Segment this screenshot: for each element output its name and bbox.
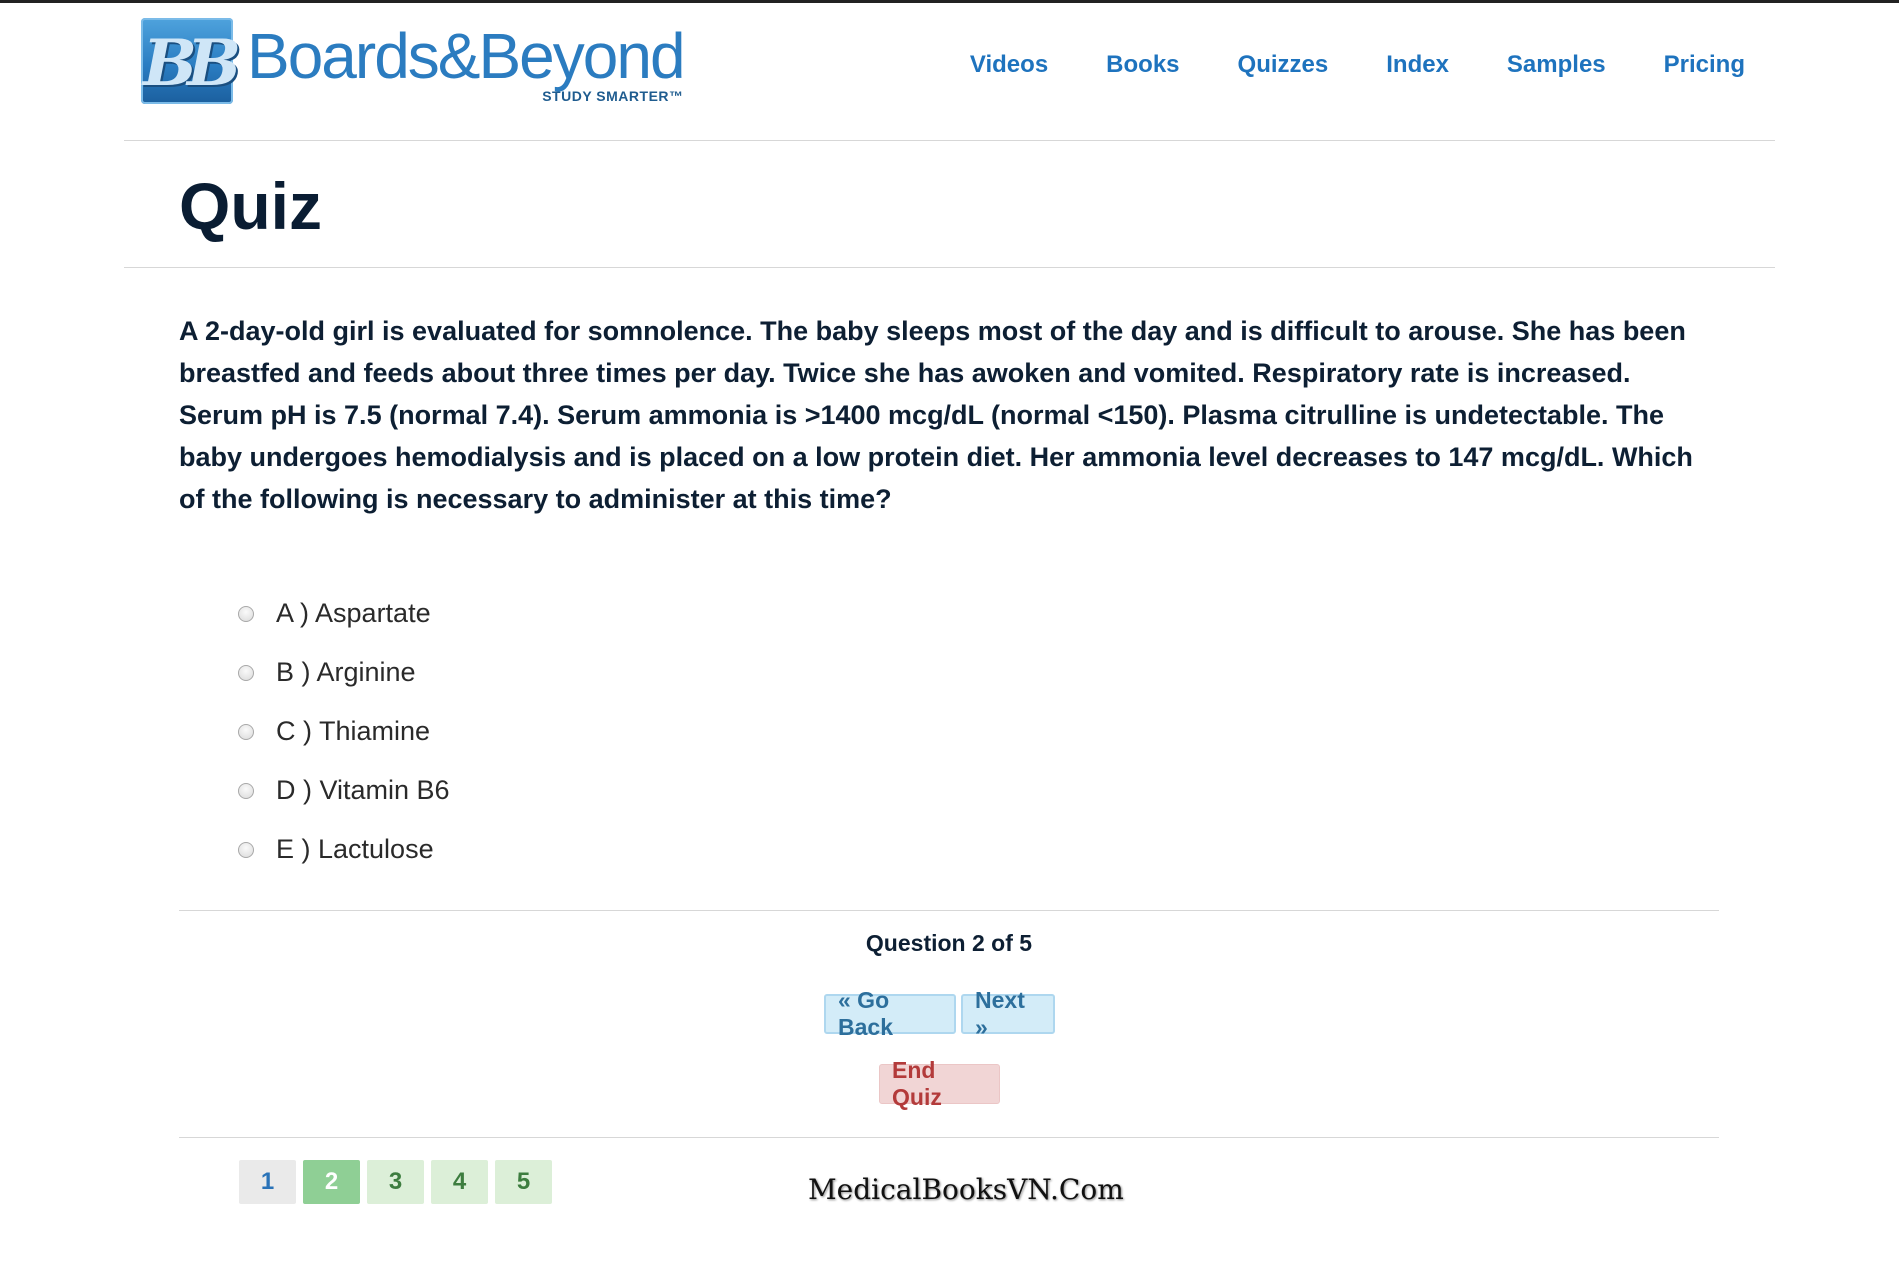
question-nav-buttons: « Go Back Next » bbox=[824, 987, 1055, 1040]
logo-wordmark: Boards&Beyond STUDY SMARTER™ bbox=[247, 20, 686, 104]
radio-button[interactable] bbox=[238, 841, 254, 858]
controls-divider bbox=[179, 1137, 1719, 1138]
radio-button[interactable] bbox=[238, 664, 254, 681]
options-divider bbox=[179, 910, 1719, 911]
radio-button[interactable] bbox=[238, 723, 254, 740]
answer-option-e[interactable]: E ) Lactulose bbox=[238, 820, 450, 879]
page-button-1[interactable]: 1 bbox=[239, 1160, 296, 1204]
watermark-text: MedicalBooksVN.Com bbox=[808, 1173, 1124, 1206]
nav-quizzes[interactable]: Quizzes bbox=[1238, 51, 1329, 79]
answer-option-d[interactable]: D ) Vitamin B6 bbox=[238, 761, 450, 820]
header-divider bbox=[124, 140, 1775, 141]
radio-button[interactable] bbox=[238, 605, 254, 622]
answer-label: E ) Lactulose bbox=[276, 834, 434, 864]
logo-mark-icon: BB bbox=[141, 18, 241, 104]
end-quiz-button[interactable]: End Quiz bbox=[879, 1057, 1000, 1110]
question-progress: Question 2 of 5 bbox=[865, 930, 1033, 956]
answer-option-c[interactable]: C ) Thiamine bbox=[238, 702, 450, 761]
site-header: BB Boards&Beyond STUDY SMARTER™ Videos B… bbox=[0, 3, 1899, 141]
page-button-5[interactable]: 5 bbox=[495, 1160, 552, 1204]
answer-option-b[interactable]: B ) Arginine bbox=[238, 643, 450, 702]
nav-videos[interactable]: Videos bbox=[970, 51, 1048, 79]
nav-index[interactable]: Index bbox=[1386, 51, 1449, 79]
logo-mark-letters: BB bbox=[142, 26, 241, 101]
answer-label: D ) Vitamin B6 bbox=[276, 775, 450, 805]
brand-name: Boards&Beyond bbox=[247, 20, 686, 92]
answer-label: B ) Arginine bbox=[276, 657, 416, 687]
question-pager: 1 2 3 4 5 bbox=[239, 1160, 552, 1204]
nav-books[interactable]: Books bbox=[1106, 51, 1179, 79]
answer-options: A ) Aspartate B ) Arginine C ) Thiamine … bbox=[238, 584, 450, 879]
answer-label: A ) Aspartate bbox=[276, 598, 431, 628]
question-text: A 2-day-old girl is evaluated for somnol… bbox=[179, 316, 1693, 514]
page-button-4[interactable]: 4 bbox=[431, 1160, 488, 1204]
answer-option-a[interactable]: A ) Aspartate bbox=[238, 584, 450, 643]
go-back-button[interactable]: « Go Back bbox=[824, 987, 956, 1040]
brand-tagline: STUDY SMARTER™ bbox=[542, 88, 684, 104]
answer-label: C ) Thiamine bbox=[276, 716, 431, 746]
page-button-2[interactable]: 2 bbox=[303, 1160, 360, 1204]
page-button-3[interactable]: 3 bbox=[367, 1160, 424, 1204]
next-button[interactable]: Next » bbox=[961, 987, 1055, 1040]
title-divider bbox=[124, 267, 1775, 268]
site-logo[interactable]: BB Boards&Beyond STUDY SMARTER™ bbox=[141, 18, 686, 104]
nav-pricing[interactable]: Pricing bbox=[1664, 51, 1745, 79]
main-nav: Videos Books Quizzes Index Samples Prici… bbox=[912, 51, 1745, 79]
radio-button[interactable] bbox=[238, 782, 254, 799]
nav-samples[interactable]: Samples bbox=[1507, 51, 1606, 79]
page-title: Quiz bbox=[179, 169, 322, 243]
